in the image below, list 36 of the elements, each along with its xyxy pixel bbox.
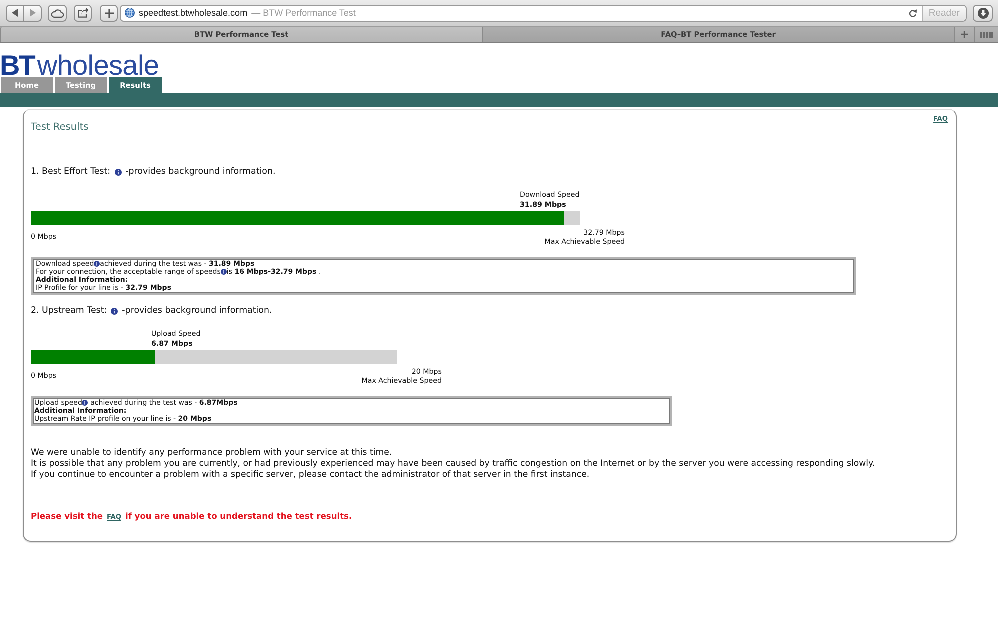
info-icon[interactable] <box>94 260 100 267</box>
plus-icon <box>961 31 968 38</box>
results-title: Test Results <box>31 122 89 134</box>
share-button[interactable] <box>74 4 92 22</box>
url-text[interactable]: speedtest.btwholesale.com <box>139 8 248 18</box>
cloud-button[interactable] <box>48 4 67 22</box>
message-text: We were unable to identify any performance problem with your service at this time. <box>31 448 394 460</box>
back-icon <box>12 9 18 17</box>
tab-overview-icon <box>980 32 993 38</box>
info-icon[interactable] <box>111 308 118 315</box>
test-heading: 2. Upstream Test: <box>31 305 108 318</box>
forward-button[interactable] <box>24 4 42 22</box>
add-bookmark-button[interactable] <box>100 4 118 22</box>
cloud-icon <box>51 8 64 18</box>
page-title-text: — BTW Performance Test <box>252 8 356 18</box>
test-note: -provides background information. <box>126 166 276 178</box>
notice-text: if you are unable to understand the test results. <box>125 510 352 522</box>
message-text: It is possible that any problem you are currently, or had previously experienced may have been caused by traffic congestion on the Internet or by the server you were accessing responding slowly. <box>31 459 876 470</box>
download-icon <box>978 8 988 18</box>
forward-icon <box>30 9 36 17</box>
new-tab-button[interactable] <box>955 27 975 42</box>
info-icon[interactable] <box>114 168 122 176</box>
share-icon <box>78 8 88 18</box>
info-icon[interactable] <box>220 268 227 275</box>
test-note: -provides background information. <box>122 305 272 318</box>
reload-icon <box>908 8 917 18</box>
message-text: If you continue to encounter a problem with a specific server, please contact the administrator of that server in the first instance. <box>31 470 591 482</box>
downloads-button[interactable] <box>973 4 993 22</box>
notice-text: Please visit the <box>31 510 103 522</box>
back-button[interactable] <box>6 4 24 22</box>
globe-icon <box>125 8 135 18</box>
plus-icon <box>104 8 114 18</box>
reload-button[interactable] <box>908 8 918 18</box>
bt-wholesale-logo: BTwholesale <box>0 55 160 77</box>
test-heading: 1. Best Effort Test: <box>31 166 111 178</box>
info-icon[interactable] <box>82 400 88 406</box>
